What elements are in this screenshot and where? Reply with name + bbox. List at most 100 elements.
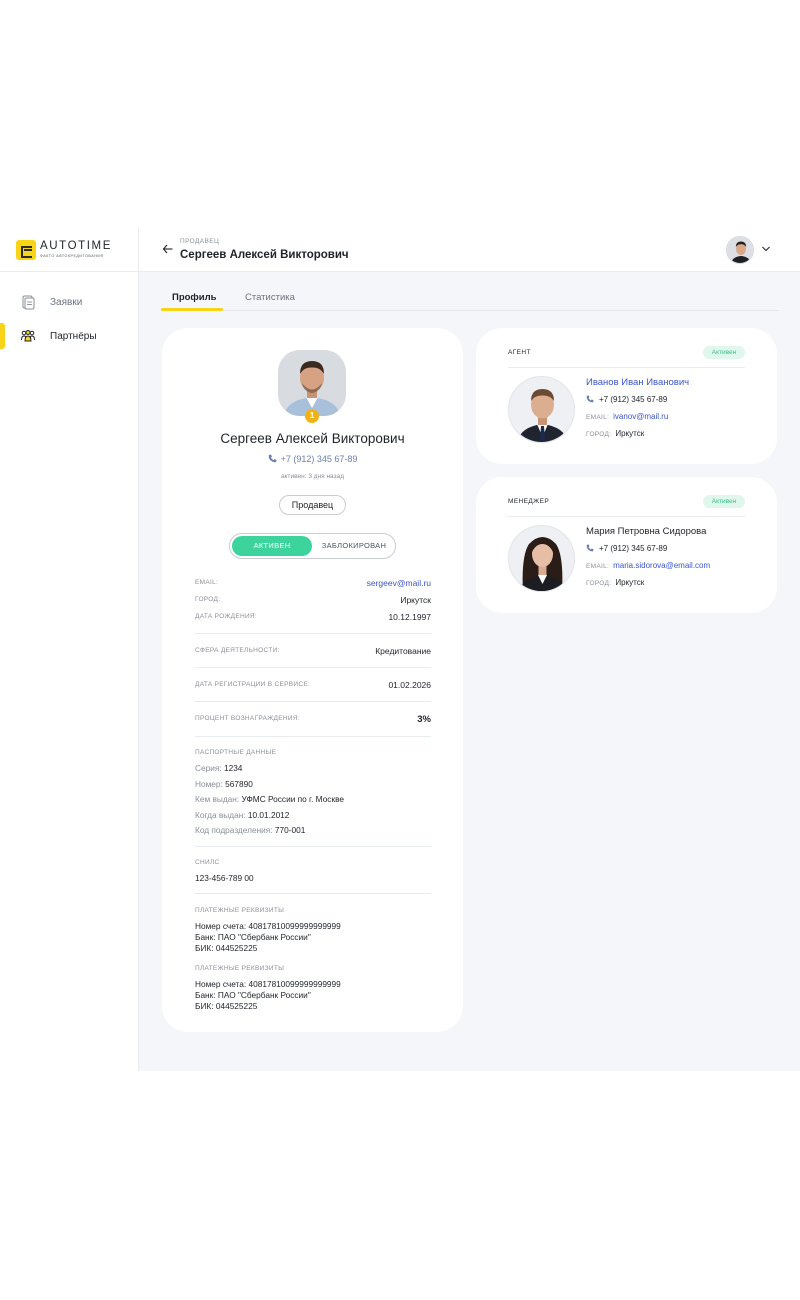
payment-bank: Банк: ПАО "Сбербанк России": [195, 932, 311, 942]
activity-row: СФЕРА ДЕЯТЕЛЬНОСТИ: Кредитование: [195, 646, 431, 658]
document-icon: [22, 295, 35, 310]
snils-value: 123-456-789 00: [195, 873, 254, 883]
field-label: ДАТА РЕГИСТРАЦИИ В СЕРВИСЕ:: [195, 681, 311, 688]
avatar-icon: [727, 237, 753, 263]
divider: [195, 893, 431, 894]
field-value: 10.12.1997: [388, 612, 431, 622]
field-value: Иркутск: [615, 578, 645, 587]
app-window: AUTOTIME ФАКТО АВТОКРЕДИТОВАНИЯ Заявки П…: [0, 228, 800, 1071]
sidebar-divider: [0, 271, 139, 272]
email-row: EMAIL: sergeev@mail.ru: [195, 578, 431, 590]
sidebar: AUTOTIME ФАКТО АВТОКРЕДИТОВАНИЯ Заявки П…: [0, 228, 139, 1071]
divider: [195, 633, 431, 634]
manager-photo-icon: [509, 526, 574, 591]
agent-email-link[interactable]: ivanov@mail.ru: [613, 412, 668, 421]
field-label: EMAIL:: [586, 563, 610, 570]
brand-logo[interactable]: AUTOTIME ФАКТО АВТОКРЕДИТОВАНИЯ: [16, 238, 112, 262]
passport-issued-date: Когда выдан: 10.01.2012: [195, 810, 290, 820]
status-badge: Активен: [703, 346, 745, 359]
birth-date-row: ДАТА РОЖДЕНИЯ: 10.12.1997: [195, 612, 431, 624]
payment-account: Номер счета: 40817810099999999999: [195, 979, 341, 989]
role-badge[interactable]: Продавец: [279, 495, 346, 515]
field-value: Иркутск: [400, 595, 431, 605]
field-value: 3%: [417, 714, 431, 725]
agent-photo-icon: [509, 377, 574, 442]
passport-series: Серия: 1234: [195, 763, 243, 773]
manager-avatar: [508, 525, 575, 592]
agent-card-title: АГЕНТ: [508, 349, 531, 356]
manager-phone[interactable]: +7 (912) 345 67-89: [586, 544, 667, 553]
tab-bar: Профиль Статистика: [161, 288, 779, 311]
page-title: Сергеев Алексей Викторович: [180, 249, 349, 261]
people-icon: [21, 330, 35, 342]
main-content: Профиль Статистика 1 Сергеев Алексей Вик…: [139, 272, 800, 1071]
field-label: ГОРОД:: [195, 596, 221, 603]
field-label: ПРОЦЕНТ ВОЗНАГРАЖДЕНИЯ:: [195, 715, 300, 722]
agent-email-row: EMAIL: ivanov@mail.ru: [586, 412, 668, 421]
agent-phone-text: +7 (912) 345 67-89: [599, 395, 668, 404]
sidebar-item-label: Партнёры: [50, 330, 97, 342]
sidebar-item-label: Заявки: [50, 296, 83, 308]
phone-icon: [586, 544, 594, 552]
agent-card: АГЕНТ Активен Иванов Иван Иванович +7 (9…: [476, 328, 777, 464]
email-link[interactable]: sergeev@mail.ru: [367, 578, 431, 588]
city-row: ГОРОД: Иркутск: [195, 595, 431, 607]
phone-icon: [586, 395, 594, 403]
profile-avatar: [278, 350, 346, 416]
profile-card: 1 Сергеев Алексей Викторович +7 (912) 34…: [162, 328, 463, 1032]
agent-avatar: [508, 376, 575, 443]
page-subtitle: ПРОДАВЕЦ: [180, 238, 220, 245]
field-label: EMAIL:: [586, 414, 610, 421]
field-label: ДАТА РОЖДЕНИЯ:: [195, 613, 258, 620]
field-label: СФЕРА ДЕЯТЕЛЬНОСТИ:: [195, 647, 280, 654]
chevron-down-icon[interactable]: [761, 245, 771, 253]
status-blocked-option[interactable]: ЗАБЛОКИРОВАН: [314, 536, 394, 556]
back-arrow-icon[interactable]: [162, 243, 174, 255]
divider: [195, 846, 431, 847]
brand-subtitle: ФАКТО АВТОКРЕДИТОВАНИЯ: [40, 253, 104, 258]
field-label: ГОРОД:: [586, 431, 612, 438]
payment-title: ПЛАТЕЖНЫЕ РЕКВИЗИТЫ: [195, 907, 285, 914]
field-value: 01.02.2026: [388, 680, 431, 690]
divider: [508, 516, 745, 517]
tab-profile[interactable]: Профиль: [172, 292, 216, 303]
divider: [508, 367, 745, 368]
reg-date-row: ДАТА РЕГИСТРАЦИИ В СЕРВИСЕ: 01.02.2026: [195, 680, 431, 692]
sidebar-item-partners[interactable]: Партнёры: [0, 323, 139, 349]
field-label: EMAIL:: [195, 579, 219, 586]
status-toggle: АКТИВЕН ЗАБЛОКИРОВАН: [229, 533, 396, 559]
profile-phone-text: +7 (912) 345 67-89: [280, 454, 358, 464]
agent-city-row: ГОРОД: Иркутск: [586, 429, 644, 438]
snils-title: СНИЛС: [195, 859, 220, 866]
agent-name-link[interactable]: Иванов Иван Иванович: [586, 377, 689, 388]
manager-city-row: ГОРОД: Иркутск: [586, 578, 644, 587]
agent-phone[interactable]: +7 (912) 345 67-89: [586, 395, 667, 404]
divider: [195, 736, 431, 737]
active-tab-indicator: [161, 308, 223, 311]
tab-statistics[interactable]: Статистика: [245, 292, 295, 303]
passport-issued-by: Кем выдан: УФМС России по г. Москве: [195, 794, 345, 804]
active-indicator: [0, 323, 5, 349]
sidebar-item-requests[interactable]: Заявки: [0, 289, 139, 315]
user-avatar[interactable]: [726, 236, 754, 264]
passport-dept-code: Код подразделения: 770-001: [195, 825, 306, 835]
status-badge: Активен: [703, 495, 745, 508]
payment-bik: БИК: 044525225: [195, 1001, 258, 1011]
payment-title: ПЛАТЕЖНЫЕ РЕКВИЗИТЫ: [195, 965, 285, 972]
manager-card: МЕНЕДЖЕР Активен Мария Петровна Сидорова: [476, 477, 777, 613]
brand-title: AUTOTIME: [40, 240, 113, 253]
manager-email-link[interactable]: maria.sidorova@email.com: [613, 561, 710, 570]
payment-account: Номер счета: 40817810099999999999: [195, 921, 341, 931]
payment-bik: БИК: 044525225: [195, 943, 258, 953]
profile-phone[interactable]: +7 (912) 345 67-89: [162, 454, 463, 464]
last-active-text: активен: 3 дня назад: [281, 473, 344, 480]
passport-number: Номер: 567890: [195, 779, 253, 789]
profile-photo-icon: [278, 350, 346, 416]
status-active-option[interactable]: АКТИВЕН: [232, 536, 312, 556]
phone-icon: [268, 454, 276, 463]
manager-phone-text: +7 (912) 345 67-89: [599, 544, 668, 553]
rank-medal-icon: 1: [305, 409, 319, 423]
manager-email-row: EMAIL: maria.sidorova@email.com: [586, 561, 710, 570]
payment-bank: Банк: ПАО "Сбербанк России": [195, 990, 311, 1000]
manager-name[interactable]: Мария Петровна Сидорова: [586, 526, 706, 537]
